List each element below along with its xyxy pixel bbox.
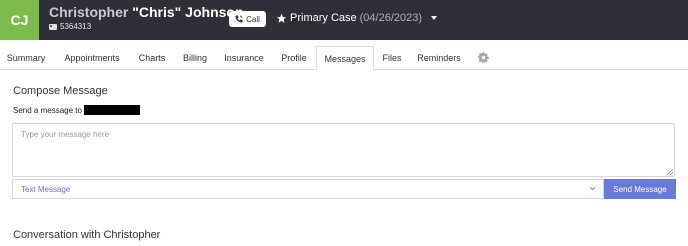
tab-reminders[interactable]: Reminders [411,46,467,70]
case-label: Primary Case [290,12,357,24]
call-button[interactable]: Call [229,11,266,27]
tab-charts[interactable]: Charts [131,46,173,70]
recipient-redacted [83,105,140,115]
case-selector[interactable]: Primary Case (04/26/2023) [276,12,438,24]
send-to-label: Send a message to [13,105,82,115]
tab-profile[interactable]: Profile [274,46,314,70]
patient-header: CJ Christopher "Chris" Johnson 5364313 C… [0,0,688,40]
patient-first-name: Christopher [49,4,129,20]
patient-name: Christopher "Chris" Johnson [49,4,244,20]
channel-selected-value: Text Message [21,184,71,194]
tab-files[interactable]: Files [377,46,407,70]
tab-summary[interactable]: Summary [0,46,52,70]
patient-last-name: "Chris" Johnson [128,4,244,20]
star-icon [276,13,287,23]
phone-icon [235,15,243,23]
message-input[interactable] [12,123,675,177]
tab-bar: Summary Appointments Charts Billing Insu… [0,46,688,71]
resize-handle-icon[interactable] [666,168,674,176]
compose-title: Compose Message [13,85,108,97]
send-to-line: Send a message to [13,105,140,115]
conversation-title: Conversation with Christopher [13,229,161,241]
id-card-icon [49,23,57,30]
caret-down-icon [431,16,438,20]
tab-appointments[interactable]: Appointments [56,46,128,70]
tab-messages[interactable]: Messages [316,46,374,71]
patient-avatar: CJ [0,0,39,40]
send-message-button[interactable]: Send Message [604,179,676,199]
chevron-down-icon [590,187,595,191]
tab-billing[interactable]: Billing [176,46,214,70]
patient-id-value: 5364313 [60,22,92,31]
tab-insurance[interactable]: Insurance [218,46,270,70]
case-date: (04/26/2023) [359,12,423,24]
patient-id: 5364313 [49,22,91,31]
channel-select[interactable]: Text Message [12,179,604,199]
gear-icon[interactable] [478,52,489,63]
call-label: Call [246,14,260,24]
